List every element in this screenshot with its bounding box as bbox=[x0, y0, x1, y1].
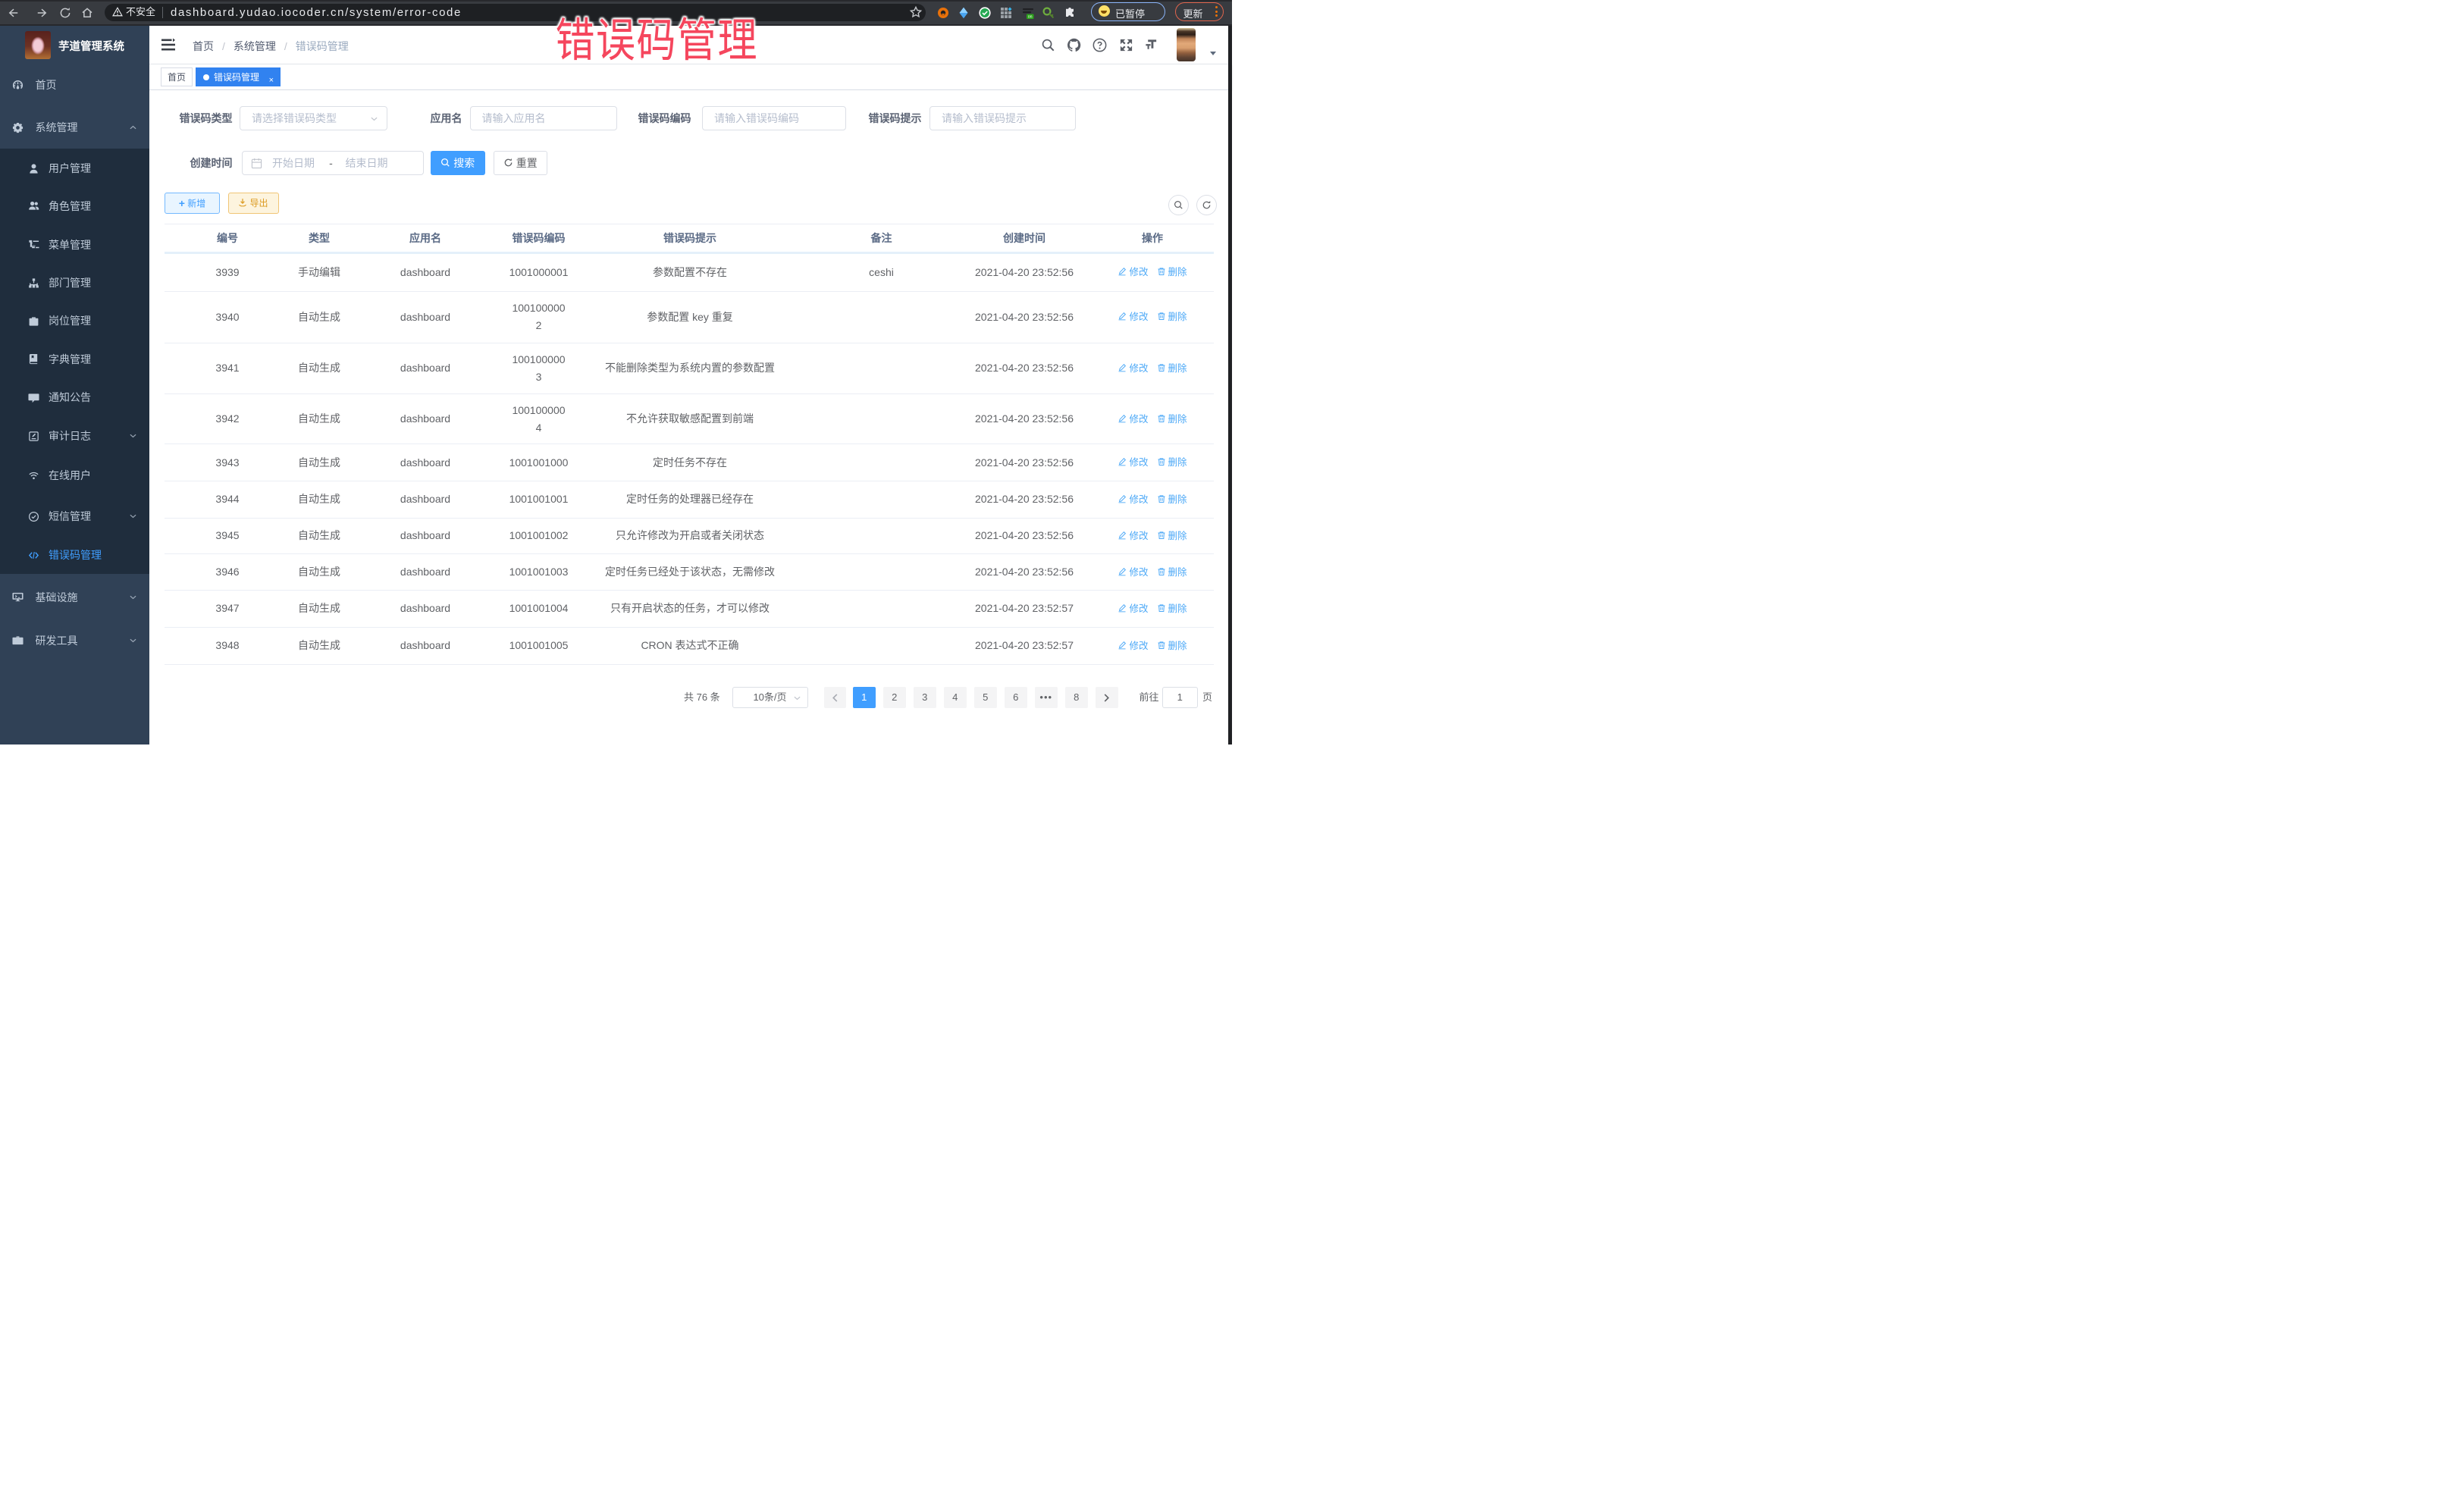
svg-text:on: on bbox=[1027, 14, 1032, 18]
